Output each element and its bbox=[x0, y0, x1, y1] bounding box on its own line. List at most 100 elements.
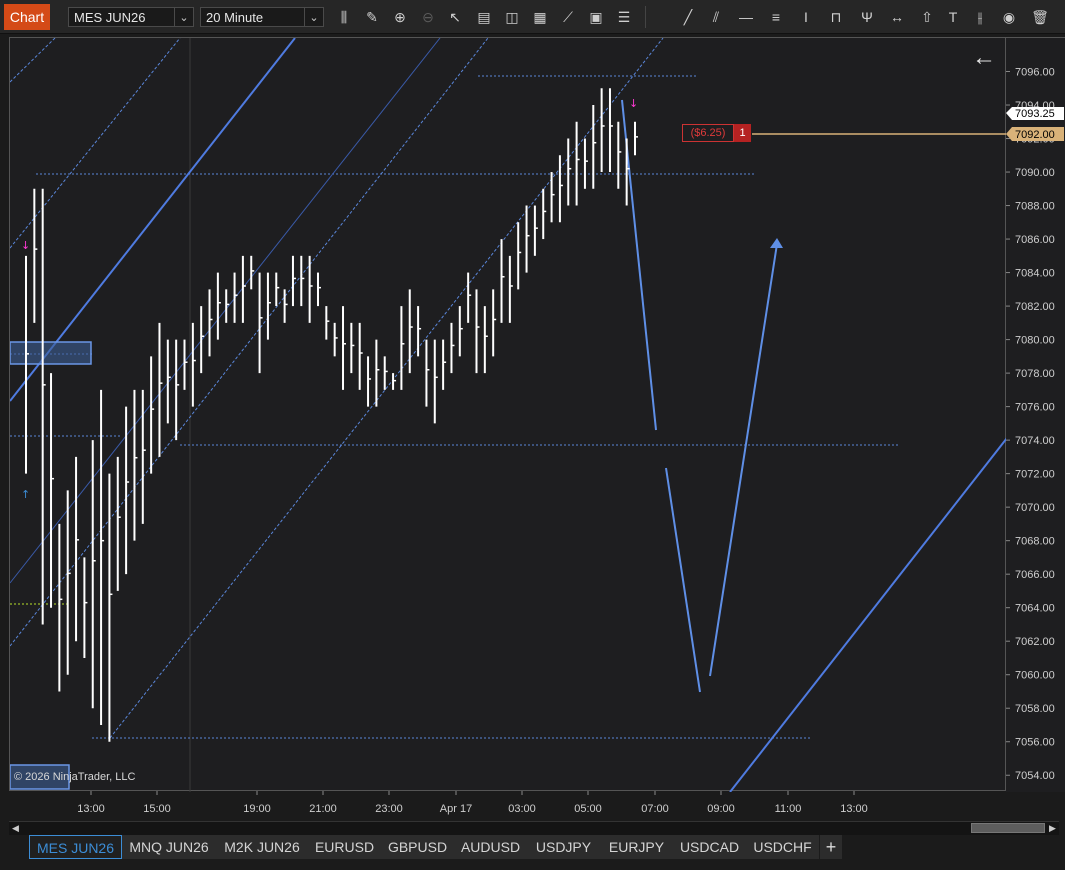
price-tick-label: 7060.00 bbox=[1015, 670, 1055, 682]
position-pnl: ($6.25) bbox=[682, 124, 734, 142]
horizontal-lines-icon[interactable]: ≡ bbox=[766, 7, 786, 27]
price-tick-label: 7084.00 bbox=[1015, 268, 1055, 280]
zoom-in-icon[interactable]: ⊕ bbox=[390, 7, 410, 27]
price-chart[interactable]: ↓ ↑ ↓ bbox=[10, 38, 1007, 792]
arrow-line-icon[interactable]: ↔ bbox=[887, 7, 907, 27]
price-tick-label: 7086.00 bbox=[1015, 234, 1055, 246]
sell-marker-icon: ↓ bbox=[629, 97, 638, 110]
interval-selector[interactable]: 20 Minute ⌄ bbox=[200, 7, 324, 27]
price-axis[interactable]: 7096.007094.007092.007090.007088.007086.… bbox=[1006, 37, 1065, 792]
price-tick-label: 7066.00 bbox=[1015, 569, 1055, 581]
position-label[interactable]: ($6.25) 1 bbox=[682, 124, 751, 142]
price-tick-label: 7062.00 bbox=[1015, 636, 1055, 648]
fibonacci-icon[interactable]: ⫲ bbox=[970, 7, 990, 27]
chart-title-tab[interactable]: Chart bbox=[4, 4, 50, 30]
time-tick-label: 21:00 bbox=[309, 803, 337, 815]
position-quantity: 1 bbox=[734, 124, 751, 142]
scroll-right-icon[interactable]: ▶ bbox=[1046, 822, 1059, 835]
ohlc-bars bbox=[25, 88, 638, 742]
price-tick-label: 7072.00 bbox=[1015, 469, 1055, 481]
tab-eurjpy[interactable]: EURJPY bbox=[600, 835, 674, 859]
text-icon[interactable]: T bbox=[943, 7, 963, 27]
chart-toolbar: Chart MES JUN26 ⌄ 20 Minute ⌄ ⫼ ✎ ⊕ ⊖ ↖ … bbox=[0, 0, 1065, 34]
price-tick-label: 7058.00 bbox=[1015, 703, 1055, 715]
buy-marker-icon: ↑ bbox=[21, 488, 30, 501]
time-tick-label: 13:00 bbox=[840, 803, 868, 815]
pencil-icon[interactable]: ✎ bbox=[362, 7, 382, 27]
projection-line bbox=[665, 467, 701, 693]
current-price-label: 7093.25 bbox=[1015, 108, 1055, 120]
time-tick-label: 07:00 bbox=[641, 803, 669, 815]
price-tick-label: 7064.00 bbox=[1015, 603, 1055, 615]
trend-line-lower bbox=[729, 437, 1007, 792]
price-tick-label: 7080.00 bbox=[1015, 335, 1055, 347]
indicators-icon[interactable]: ▦ bbox=[530, 7, 550, 27]
instrument-selector[interactable]: MES JUN26 ⌄ bbox=[68, 7, 194, 27]
vertical-line-icon[interactable]: I bbox=[796, 7, 816, 27]
chart-panel[interactable]: ↓ ↑ ↓ ($6.25) 1 ← bbox=[9, 37, 1007, 792]
projection-arrowhead bbox=[770, 238, 783, 248]
back-arrow-icon[interactable]: ← bbox=[972, 44, 996, 72]
position-price-label: 7092.00 bbox=[1015, 129, 1055, 141]
time-tick-label: 15:00 bbox=[143, 803, 171, 815]
sell-marker-icon: ↓ bbox=[21, 239, 30, 252]
chevron-down-icon[interactable]: ⌄ bbox=[304, 8, 323, 26]
tab-mnq-jun26[interactable]: MNQ JUN26 bbox=[122, 835, 217, 859]
tab-gbpusd[interactable]: GBPUSD bbox=[381, 835, 455, 859]
price-tick-label: 7070.00 bbox=[1015, 502, 1055, 514]
scroll-left-icon[interactable]: ◀ bbox=[9, 822, 22, 835]
time-tick-label: 19:00 bbox=[243, 803, 271, 815]
zoom-out-icon[interactable]: ⊖ bbox=[418, 7, 438, 27]
ray-icon[interactable]: ⫽ bbox=[706, 7, 726, 27]
pointer-icon[interactable]: ↖ bbox=[445, 7, 465, 27]
tab-usdcad[interactable]: USDCAD bbox=[673, 835, 747, 859]
price-tick-label: 7088.00 bbox=[1015, 201, 1055, 213]
scroll-thumb[interactable] bbox=[971, 823, 1045, 833]
price-tick-label: 7054.00 bbox=[1015, 770, 1055, 782]
trash-icon[interactable]: 🗑 bbox=[1030, 7, 1050, 27]
list-icon[interactable]: ☰ bbox=[614, 7, 634, 27]
data-box-icon[interactable]: ▤ bbox=[474, 7, 494, 27]
time-tick-label: 11:00 bbox=[775, 803, 802, 815]
tab-usdjpy[interactable]: USDJPY bbox=[527, 835, 601, 859]
chevron-down-icon[interactable]: ⌄ bbox=[174, 8, 193, 26]
templates-icon[interactable]: ◫ bbox=[502, 7, 522, 27]
properties-icon[interactable]: ▣ bbox=[586, 7, 606, 27]
pitchfork-icon[interactable]: Ψ bbox=[857, 7, 877, 27]
price-tick-label: 7074.00 bbox=[1015, 435, 1055, 447]
time-tick-label: 03:00 bbox=[508, 803, 536, 815]
arrow-up-icon[interactable]: ⇧ bbox=[917, 7, 937, 27]
tab-usdchf[interactable]: USDCHF bbox=[746, 835, 820, 859]
channel-line bbox=[10, 38, 441, 584]
hide-drawings-icon[interactable]: ◉ bbox=[999, 7, 1019, 27]
horizontal-line-icon[interactable]: — bbox=[736, 7, 756, 27]
tab-m2k-jun26[interactable]: M2K JUN26 bbox=[216, 835, 309, 859]
interval-value: 20 Minute bbox=[206, 10, 264, 25]
price-tick-label: 7068.00 bbox=[1015, 536, 1055, 548]
instrument-value: MES JUN26 bbox=[74, 10, 146, 25]
zone-rectangle bbox=[10, 341, 92, 365]
toolbar-divider bbox=[645, 6, 646, 28]
bar-style-icon[interactable]: ⫼ bbox=[334, 7, 354, 27]
time-tick-label: 13:00 bbox=[77, 803, 105, 815]
add-tab-button[interactable]: + bbox=[820, 835, 842, 859]
channel-line bbox=[10, 38, 56, 83]
line-icon[interactable]: ╱ bbox=[678, 7, 698, 27]
price-tick-label: 7082.00 bbox=[1015, 301, 1055, 313]
ruler-icon[interactable]: ⊓ bbox=[826, 7, 846, 27]
time-tick-label: 05:00 bbox=[574, 803, 602, 815]
tab-audusd[interactable]: AUDUSD bbox=[454, 835, 528, 859]
price-tick-label: 7076.00 bbox=[1015, 402, 1055, 414]
time-tick-label: 09:00 bbox=[707, 803, 735, 815]
price-tick-label: 7056.00 bbox=[1015, 737, 1055, 749]
price-tick-label: 7078.00 bbox=[1015, 368, 1055, 380]
copyright-notice: © 2026 NinjaTrader, LLC bbox=[14, 771, 136, 783]
time-axis[interactable]: 13:00 15:00 19:00 21:00 23:00 Apr 17 03:00 05:0… bbox=[9, 791, 1006, 819]
tab-eurusd[interactable]: EURUSD bbox=[308, 835, 382, 859]
tab-mes-jun26[interactable]: MES JUN26 bbox=[29, 835, 122, 859]
time-tick-label: 23:00 bbox=[375, 803, 403, 815]
time-tick-label: Apr 17 bbox=[440, 803, 472, 815]
chart-scrollbar[interactable]: ◀ ▶ bbox=[9, 821, 1059, 835]
projection-line bbox=[709, 243, 778, 677]
strategies-icon[interactable]: ⟋ bbox=[558, 7, 578, 27]
